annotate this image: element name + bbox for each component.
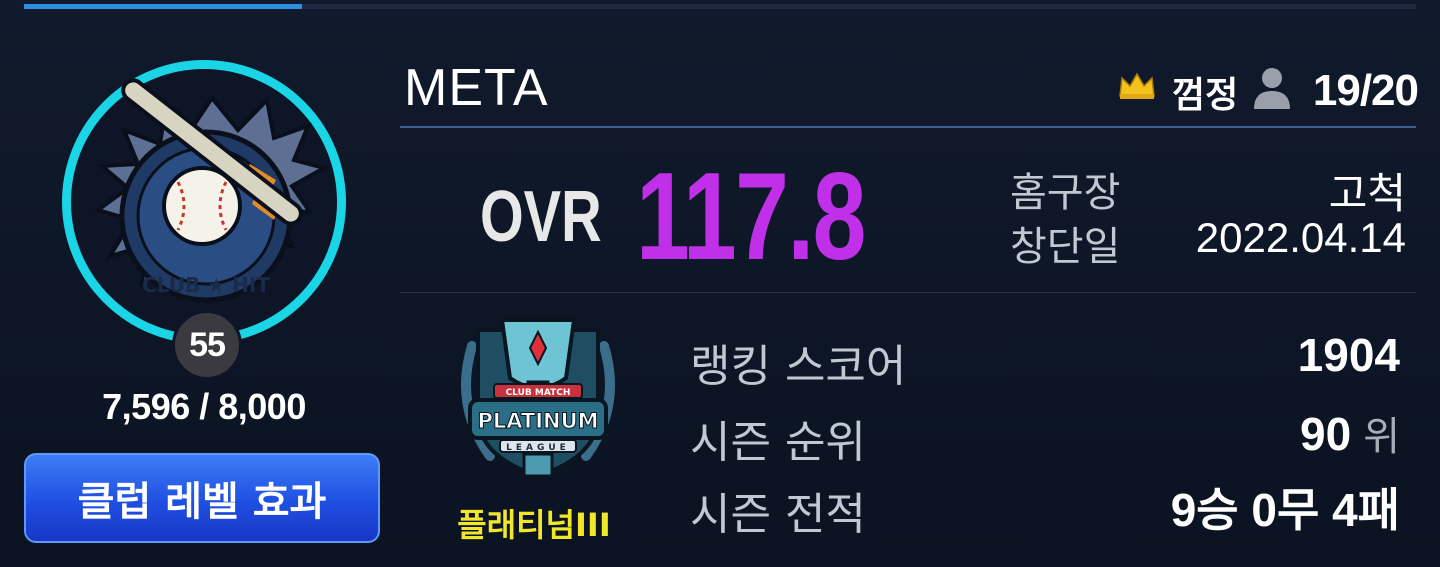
club-name: META — [404, 59, 549, 117]
club-emblem-image: CLUB ★ HIT — [93, 78, 330, 303]
ovr-value: 117.8 — [636, 148, 866, 286]
founded-date-value: 2022.04.14 — [1195, 214, 1406, 261]
ranking-score-label: 랭킹 스코어 — [690, 341, 907, 392]
season-record-label: 시즌 전적 — [690, 489, 866, 540]
club-level-effect-button[interactable]: 클럽 레벨 효과 — [24, 453, 380, 543]
member-count: 19/20 — [1312, 66, 1419, 115]
club-level-badge: 55 — [172, 310, 242, 380]
tier-badge-sub-text: LEAGUE — [506, 443, 570, 453]
person-icon — [1254, 68, 1290, 109]
season-rank: 90 위 — [1300, 404, 1400, 462]
season-record-value: 9승 0무 4패 — [1170, 484, 1400, 536]
home-stadium-label: 홈구장 — [1010, 170, 1121, 216]
season-rank-value: 90 — [1300, 408, 1352, 460]
season-rank-unit: 위 — [1363, 415, 1400, 459]
ranking-score-value: 1904 — [1297, 329, 1400, 381]
ovr-label: OVR — [480, 177, 602, 257]
tier-badge-icon: CLUB MATCH PLATINUM LEAGUE — [461, 318, 615, 479]
founded-date-label: 창단일 — [1010, 224, 1121, 270]
club-exp-text: 7,596 / 8,000 — [102, 386, 306, 427]
club-info-panel: CLUB ★ HIT 55 7,596 / 8,000 클럽 레벨 효과 MET… — [0, 0, 1440, 567]
club-emblem: CLUB ★ HIT — [62, 60, 346, 344]
emblem-text: CLUB ★ HIT — [142, 273, 270, 297]
top-progress-track — [24, 4, 1416, 9]
header-divider — [400, 126, 1416, 128]
tier-label: 플래티넘III — [457, 506, 611, 544]
tier-badge-top-text: CLUB MATCH — [506, 388, 571, 398]
tier-badge-main-text: PLATINUM — [477, 409, 598, 433]
section-divider — [400, 292, 1416, 293]
home-stadium-value: 고척 — [1328, 170, 1406, 217]
season-rank-label: 시즌 순위 — [690, 417, 866, 468]
top-progress-fill — [24, 4, 303, 9]
crown-icon — [1119, 72, 1155, 99]
club-master-name: 껌정 — [1172, 75, 1239, 116]
